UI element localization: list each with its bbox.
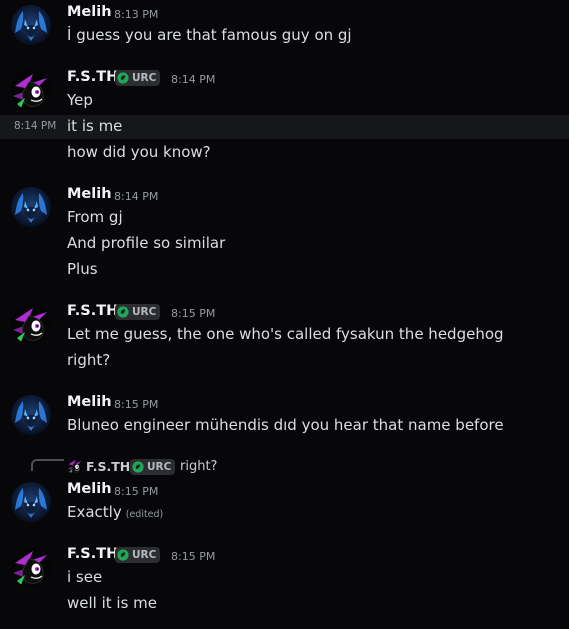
melih-avatar[interactable] xyxy=(11,5,51,45)
reply-preview[interactable]: right? xyxy=(180,459,217,474)
author-name[interactable]: Melih xyxy=(67,186,112,202)
fsth-avatar[interactable] xyxy=(11,70,51,110)
author-name[interactable]: Melih xyxy=(67,394,112,410)
leaf-icon xyxy=(117,306,129,318)
server-tag[interactable]: URC xyxy=(115,547,161,563)
reply-spine xyxy=(31,459,64,471)
server-tag[interactable]: URC xyxy=(130,459,176,475)
fsth-avatar[interactable] xyxy=(11,304,51,344)
timestamp[interactable]: 8:15 PM xyxy=(171,307,215,320)
timestamp[interactable]: 8:15 PM xyxy=(114,398,158,411)
blue-wolf-avatar-icon xyxy=(11,5,51,45)
message-text: it is me xyxy=(67,117,123,135)
message-body: Exactly xyxy=(67,503,122,521)
message-text: From gj xyxy=(67,208,123,226)
server-tag[interactable]: URC xyxy=(115,304,161,320)
author-name[interactable]: Melih xyxy=(67,481,112,497)
message-text: well it is me xyxy=(67,594,158,612)
message-text: And profile so similar xyxy=(67,234,226,252)
reply-author[interactable]: F.S.TH xyxy=(86,459,130,474)
author-name[interactable]: F.S.TH xyxy=(67,546,118,562)
blue-wolf-avatar-icon xyxy=(11,187,51,227)
tag-label: URC xyxy=(132,306,157,318)
hover-timestamp[interactable]: 8:14 PM xyxy=(14,120,56,132)
message-text: Exactly (edited) xyxy=(67,503,163,521)
blue-wolf-avatar-icon xyxy=(11,395,51,435)
message-text: İ guess you are that famous guy on gj xyxy=(67,26,352,44)
melih-avatar[interactable] xyxy=(11,482,51,522)
timestamp[interactable]: 8:14 PM xyxy=(114,190,158,203)
reply-avatar[interactable] xyxy=(67,458,83,474)
leaf-icon xyxy=(132,461,144,473)
black-hedgehog-avatar-icon xyxy=(11,304,51,344)
tag-label: URC xyxy=(132,549,157,561)
blue-wolf-avatar-icon xyxy=(11,482,51,522)
timestamp[interactable]: 8:14 PM xyxy=(171,73,215,86)
timestamp[interactable]: 8:15 PM xyxy=(114,485,158,498)
message-text: how did you know? xyxy=(67,143,211,161)
message-text: Bluneo engineer mühendis dıd you hear th… xyxy=(67,416,504,434)
tag-label: URC xyxy=(147,461,172,473)
tag-label: URC xyxy=(132,72,157,84)
message-text: Yep xyxy=(67,91,93,109)
black-hedgehog-avatar-icon xyxy=(11,547,51,587)
author-name[interactable]: Melih xyxy=(67,4,112,20)
message-text: Let me guess, the one who's called fysak… xyxy=(67,325,504,343)
author-name[interactable]: F.S.TH xyxy=(67,303,118,319)
leaf-icon xyxy=(117,549,129,561)
message-text: right? xyxy=(67,351,111,369)
leaf-icon xyxy=(117,72,129,84)
edited-label: (edited) xyxy=(125,509,164,520)
black-hedgehog-avatar-icon xyxy=(11,70,51,110)
author-name[interactable]: F.S.TH xyxy=(67,69,118,85)
message-text: Plus xyxy=(67,260,98,278)
melih-avatar[interactable] xyxy=(11,187,51,227)
message-text: i see xyxy=(67,568,103,586)
black-hedgehog-avatar-icon xyxy=(67,458,83,474)
server-tag[interactable]: URC xyxy=(115,70,161,86)
melih-avatar[interactable] xyxy=(11,395,51,435)
fsth-avatar[interactable] xyxy=(11,547,51,587)
timestamp[interactable]: 8:15 PM xyxy=(171,550,215,563)
timestamp[interactable]: 8:13 PM xyxy=(114,8,158,21)
